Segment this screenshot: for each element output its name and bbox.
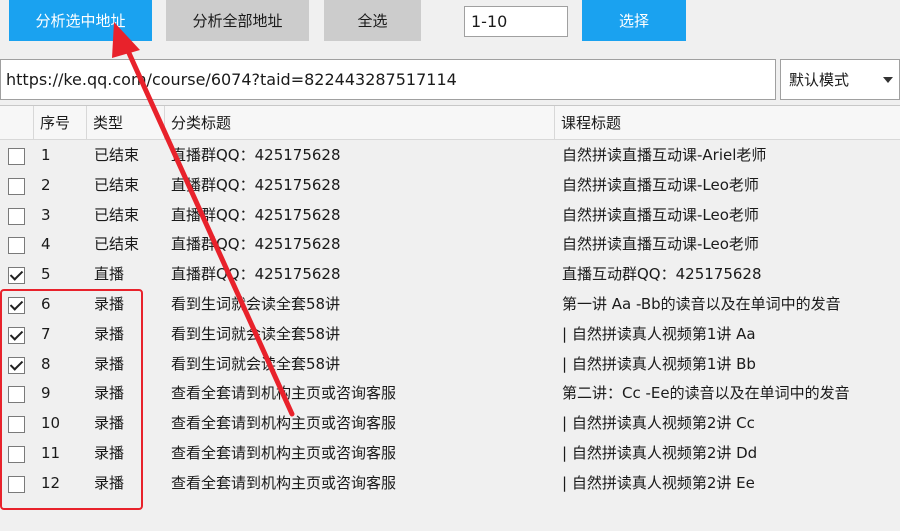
row-category: 直播群QQ：425175628 bbox=[171, 175, 341, 194]
row-checkbox[interactable] bbox=[8, 207, 25, 225]
row-type: 已结束 bbox=[94, 146, 140, 164]
header-category[interactable]: 分类标题 bbox=[165, 106, 555, 140]
analyze-selected-button[interactable]: 分析选中地址 bbox=[9, 0, 152, 41]
row-checkbox[interactable] bbox=[8, 237, 25, 255]
row-type: 已结束 bbox=[94, 175, 140, 194]
table-row[interactable]: 2 已结束 直播群QQ：425175628 自然拼读直播互动课-Leo老师 bbox=[0, 171, 900, 201]
row-course: 自然拼读直播互动课-Leo老师 bbox=[562, 175, 759, 194]
row-course: 第二讲：Cc -Ee的读音以及在单词中的发音 bbox=[562, 384, 850, 403]
row-checkbox[interactable] bbox=[8, 148, 25, 165]
row-category: 看到生词就会读全套58讲 bbox=[171, 354, 341, 373]
select-all-button[interactable]: 全选 bbox=[324, 0, 421, 41]
row-category: 查看全套请到机构主页或咨询客服 bbox=[171, 414, 397, 433]
analyze-all-button[interactable]: 分析全部地址 bbox=[166, 0, 309, 41]
annotation-highlight-box bbox=[0, 289, 143, 510]
table-row[interactable]: 3 已结束 直播群QQ：425175628 自然拼读直播互动课-Leo老师 bbox=[0, 201, 900, 231]
row-course: | 自然拼读真人视频第2讲 Cc bbox=[562, 414, 755, 433]
row-category: 直播群QQ：425175628 bbox=[171, 205, 341, 224]
row-no: 4 bbox=[41, 235, 51, 254]
row-category: 直播群QQ：425175628 bbox=[171, 265, 341, 284]
row-checkbox[interactable] bbox=[8, 267, 25, 285]
range-input[interactable] bbox=[464, 6, 568, 37]
table-row[interactable]: 4 已结束 直播群QQ：425175628 自然拼读直播互动课-Leo老师 bbox=[0, 230, 900, 260]
row-course: 自然拼读直播互动课-Leo老师 bbox=[562, 235, 759, 254]
row-type: 已结束 bbox=[94, 235, 140, 254]
row-type: 已结束 bbox=[94, 205, 140, 224]
row-category: 直播群QQ：425175628 bbox=[171, 146, 341, 164]
header-no[interactable]: 序号 bbox=[34, 106, 87, 140]
table-header: 序号 类型 分类标题 课程标题 bbox=[0, 106, 900, 140]
header-type[interactable]: 类型 bbox=[87, 106, 165, 140]
row-category: 看到生词就会读全套58讲 bbox=[171, 324, 341, 343]
row-category: 直播群QQ：425175628 bbox=[171, 235, 341, 254]
row-no: 1 bbox=[41, 146, 51, 164]
row-course: | 自然拼读真人视频第2讲 Ee bbox=[562, 473, 755, 492]
row-category: 查看全套请到机构主页或咨询客服 bbox=[171, 443, 397, 462]
row-no: 2 bbox=[41, 175, 51, 194]
choose-button[interactable]: 选择 bbox=[582, 0, 686, 41]
row-category: 看到生词就会读全套58讲 bbox=[171, 294, 341, 313]
mode-select-value: 默认模式 bbox=[789, 71, 850, 89]
row-no: 5 bbox=[41, 265, 51, 284]
mode-select[interactable]: 默认模式 bbox=[780, 59, 900, 100]
row-category: 查看全套请到机构主页或咨询客服 bbox=[171, 384, 397, 403]
row-type: 直播 bbox=[94, 265, 125, 284]
header-checkbox-column bbox=[0, 106, 34, 140]
row-course: 自然拼读直播互动课-Ariel老师 bbox=[562, 146, 767, 164]
row-course: | 自然拼读真人视频第2讲 Dd bbox=[562, 443, 758, 462]
table-row[interactable]: 1 已结束 直播群QQ：425175628 自然拼读直播互动课-Ariel老师 bbox=[0, 141, 900, 171]
row-course: | 自然拼读真人视频第1讲 Aa bbox=[562, 324, 756, 343]
row-no: 3 bbox=[41, 205, 51, 224]
chevron-down-icon[interactable] bbox=[883, 77, 893, 83]
table-row[interactable]: 5 直播 直播群QQ：425175628 直播互动群QQ：425175628 bbox=[0, 260, 900, 290]
row-course: 直播互动群QQ：425175628 bbox=[562, 265, 762, 284]
header-course[interactable]: 课程标题 bbox=[555, 106, 900, 140]
row-checkbox[interactable] bbox=[8, 177, 25, 195]
url-input[interactable] bbox=[0, 59, 776, 100]
row-course: | 自然拼读真人视频第1讲 Bb bbox=[562, 354, 756, 373]
row-course: 第一讲 Aa -Bb的读音以及在单词中的发音 bbox=[562, 294, 841, 313]
row-category: 查看全套请到机构主页或咨询客服 bbox=[171, 473, 397, 492]
row-course: 自然拼读直播互动课-Leo老师 bbox=[562, 205, 759, 224]
